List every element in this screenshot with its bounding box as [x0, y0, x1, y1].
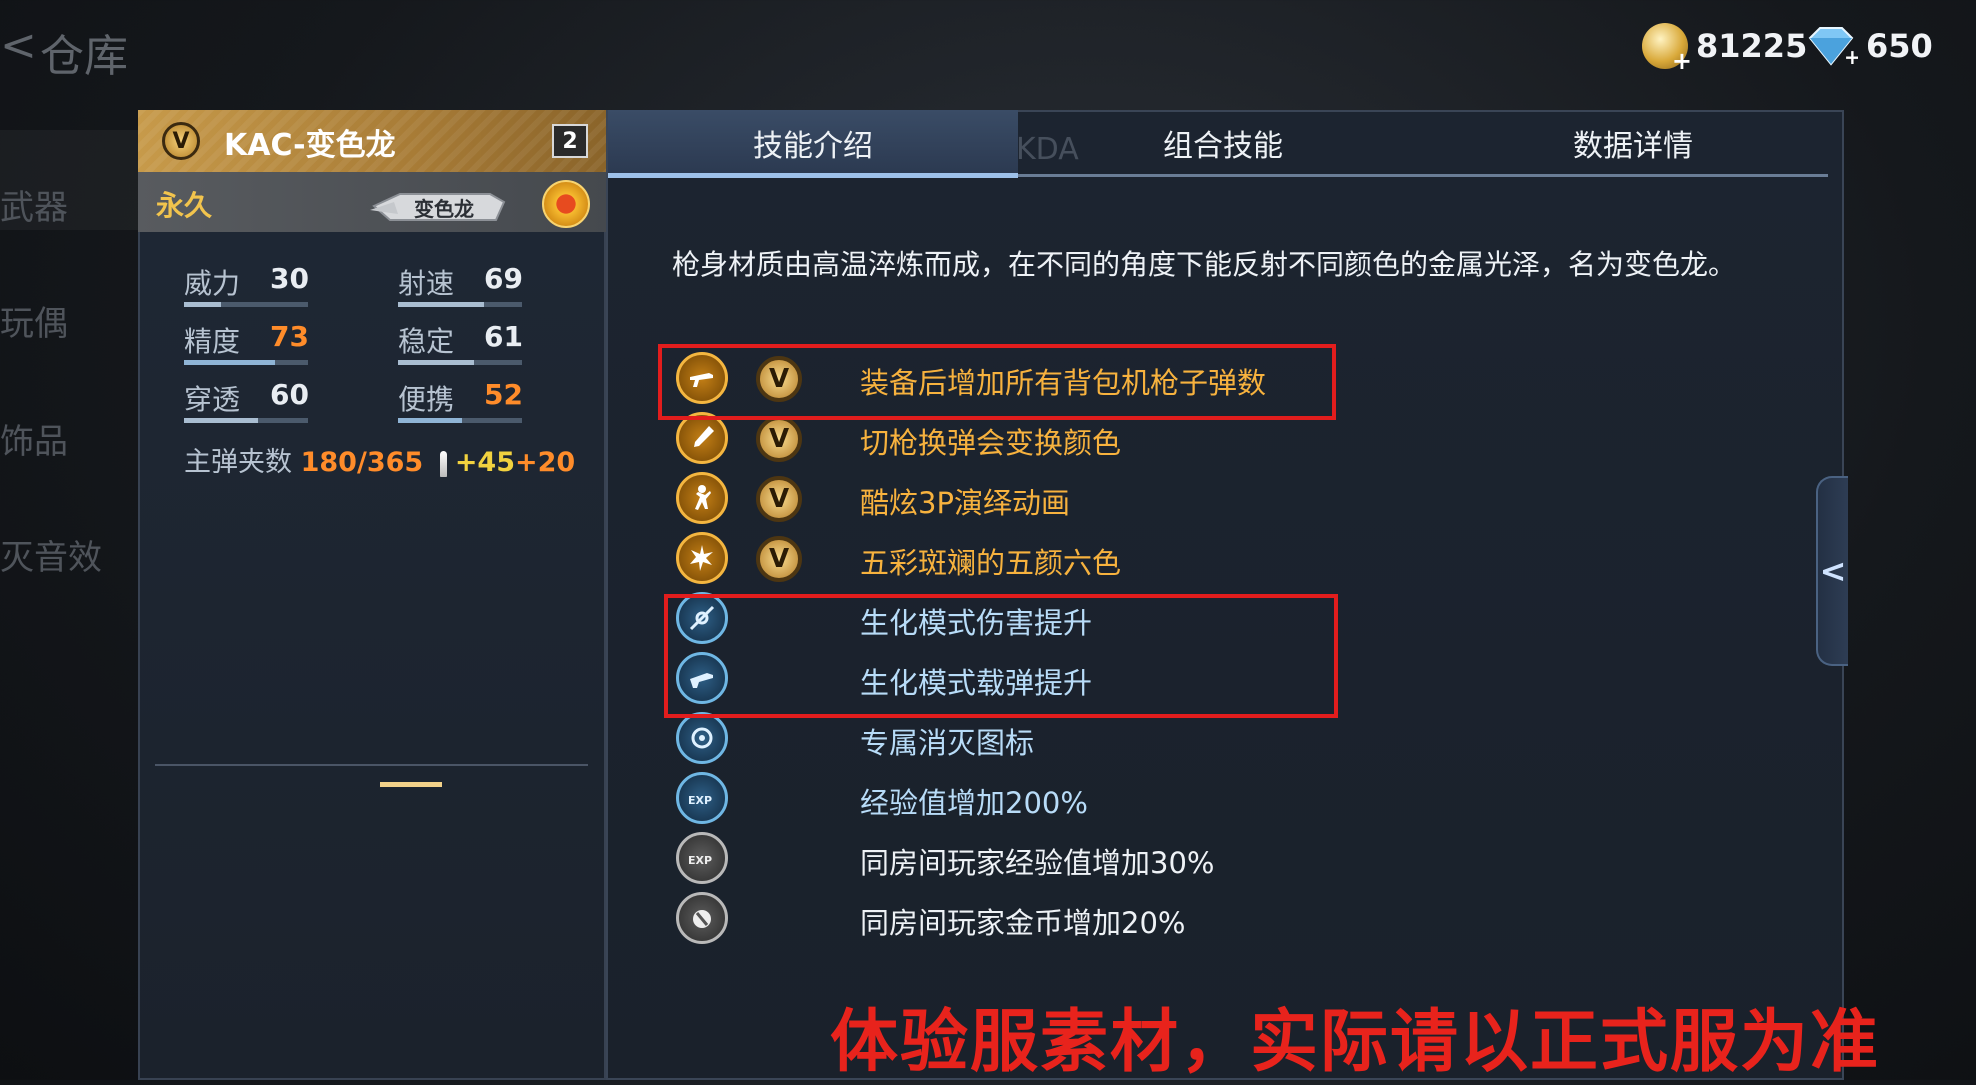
side-nav-dolls[interactable]: 玩偶 — [0, 296, 135, 345]
skill-row: EXP 经验值增加200% — [676, 772, 1376, 832]
vip-v-icon: V — [756, 416, 802, 462]
highlight-box-equip-bonus — [658, 344, 1336, 420]
stat-bar-fill-stability — [398, 360, 474, 365]
svg-text:+: + — [1844, 45, 1858, 68]
stat-bar-portability — [398, 418, 522, 423]
skill-text: 酷炫3P演绎动画 — [860, 486, 1070, 520]
room-coin-icon — [676, 892, 728, 944]
stat-label-portability: 便携 — [398, 383, 455, 416]
stat-label-might: 威力 — [184, 267, 241, 300]
tab-skill-intro[interactable]: 技能介绍 — [608, 110, 1018, 176]
ammo-bonus-2: +20 — [515, 447, 576, 478]
stat-value-portability: 52 — [484, 378, 523, 411]
gold-currency[interactable]: 81225 — [1642, 16, 1807, 76]
skill-text: 同房间玩家经验值增加30% — [860, 846, 1215, 880]
gem-currency[interactable]: + 650 — [1804, 16, 1933, 76]
skill-row: V 切枪换弹会变换颜色 — [676, 412, 1376, 472]
tab-bar: 技能介绍 组合技能 数据详情 — [608, 110, 1828, 176]
stat-bar-rate — [398, 302, 522, 307]
scroll-indicator[interactable] — [380, 782, 442, 787]
skill-text: 专属消灭图标 — [860, 726, 1035, 760]
gold-coin-plus-icon — [1642, 23, 1692, 75]
svg-text:EXP: EXP — [688, 794, 712, 807]
stat-value-penetration: 60 — [270, 378, 309, 411]
stat-value-accuracy: 73 — [270, 320, 309, 353]
stat-value-might: 30 — [270, 262, 309, 295]
svg-text:EXP: EXP — [688, 854, 712, 867]
bullet-icon — [439, 450, 447, 477]
vip-v-icon: V — [756, 476, 802, 522]
page-title: 仓库 — [40, 31, 128, 82]
stat-bar-might — [184, 302, 308, 307]
highlight-box-zombie-bonus — [664, 594, 1338, 718]
skill-row: 同房间玩家金币增加20% — [676, 892, 1376, 952]
side-nav-sound-effects[interactable]: 灭音效 — [0, 530, 135, 579]
back-arrow[interactable]: < — [0, 20, 37, 71]
skill-row: V 酷炫3P演绎动画 — [676, 472, 1376, 532]
skill-row: V 五彩斑斓的五颜六色 — [676, 532, 1376, 592]
skill-text: 同房间玩家金币增加20% — [860, 906, 1186, 940]
watermark-text: 体验服素材，实际请以正式服为准 — [830, 1003, 1881, 1082]
gem-amount: 650 — [1866, 27, 1933, 65]
room-exp-icon: EXP — [676, 832, 728, 884]
weapon-level-badge: 2 — [552, 124, 588, 158]
weapon-logo-text: 变色龙 — [414, 197, 474, 221]
duration-label: 永久 — [156, 189, 213, 222]
stat-value-stability: 61 — [484, 320, 523, 353]
tab-combo-skills[interactable]: 组合技能 — [1018, 110, 1428, 176]
stat-bar-fill-might — [184, 302, 221, 307]
skill-row: EXP 同房间玩家经验值增加30% — [676, 832, 1376, 892]
panel-divider — [155, 764, 588, 766]
tab-data-details[interactable]: 数据详情 — [1428, 110, 1838, 176]
ammo-info: 主弹夹数 180/365 +45+20 — [184, 440, 575, 479]
skin-badge-icon[interactable] — [542, 180, 590, 228]
ammo-bonus-1: +45 — [454, 447, 516, 478]
kill-mark-icon — [676, 712, 728, 764]
ammo-separator: / — [356, 447, 367, 478]
ammo-label: 主弹夹数 — [184, 447, 292, 478]
stat-label-rate: 射速 — [398, 267, 455, 300]
stat-label-penetration: 穿透 — [184, 383, 241, 416]
vip-badge-icon: V — [162, 122, 200, 160]
skill-text: 切枪换弹会变换颜色 — [860, 426, 1122, 460]
side-nav-accessories[interactable]: 饰品 — [0, 414, 135, 463]
skill-text: 经验值增加200% — [860, 786, 1088, 820]
tab-active-indicator — [608, 173, 1018, 178]
stat-bar-stability — [398, 360, 522, 365]
skill-row: 专属消灭图标 — [676, 712, 1376, 772]
diamond-plus-icon: + — [1804, 24, 1861, 69]
stat-value-rate: 69 — [484, 262, 523, 295]
stat-bar-accuracy — [184, 360, 308, 365]
weapon-name: KAC-变色龙 — [224, 128, 396, 163]
collapse-side-tab[interactable]: < — [1816, 476, 1848, 666]
ammo-total: 365 — [366, 447, 424, 478]
stat-label-stability: 稳定 — [398, 325, 455, 358]
dancing-figure-icon — [676, 472, 728, 524]
stat-bar-fill-rate — [398, 302, 484, 307]
weapon-info-panel — [138, 110, 606, 1080]
weapon-description: 枪身材质由高温淬炼而成，在不同的角度下能反射不同颜色的金属光泽，名为变色龙。 — [672, 248, 1737, 281]
skill-text: 五彩斑斓的五颜六色 — [860, 546, 1122, 580]
gold-amount: 81225 — [1696, 27, 1808, 65]
stat-bar-fill-penetration — [184, 418, 258, 423]
stat-bar-penetration — [184, 418, 308, 423]
stat-bar-fill-accuracy — [184, 360, 275, 365]
firework-icon — [676, 532, 728, 584]
vip-v-icon: V — [756, 536, 802, 582]
stat-label-accuracy: 精度 — [184, 325, 241, 358]
ammo-current: 180 — [300, 447, 357, 478]
weapon-logo-icon: 变色龙 — [370, 188, 510, 226]
side-nav-weapons[interactable]: 武器 — [0, 180, 135, 229]
stat-bar-fill-portability — [398, 418, 462, 423]
exp-boost-icon: EXP — [676, 772, 728, 824]
